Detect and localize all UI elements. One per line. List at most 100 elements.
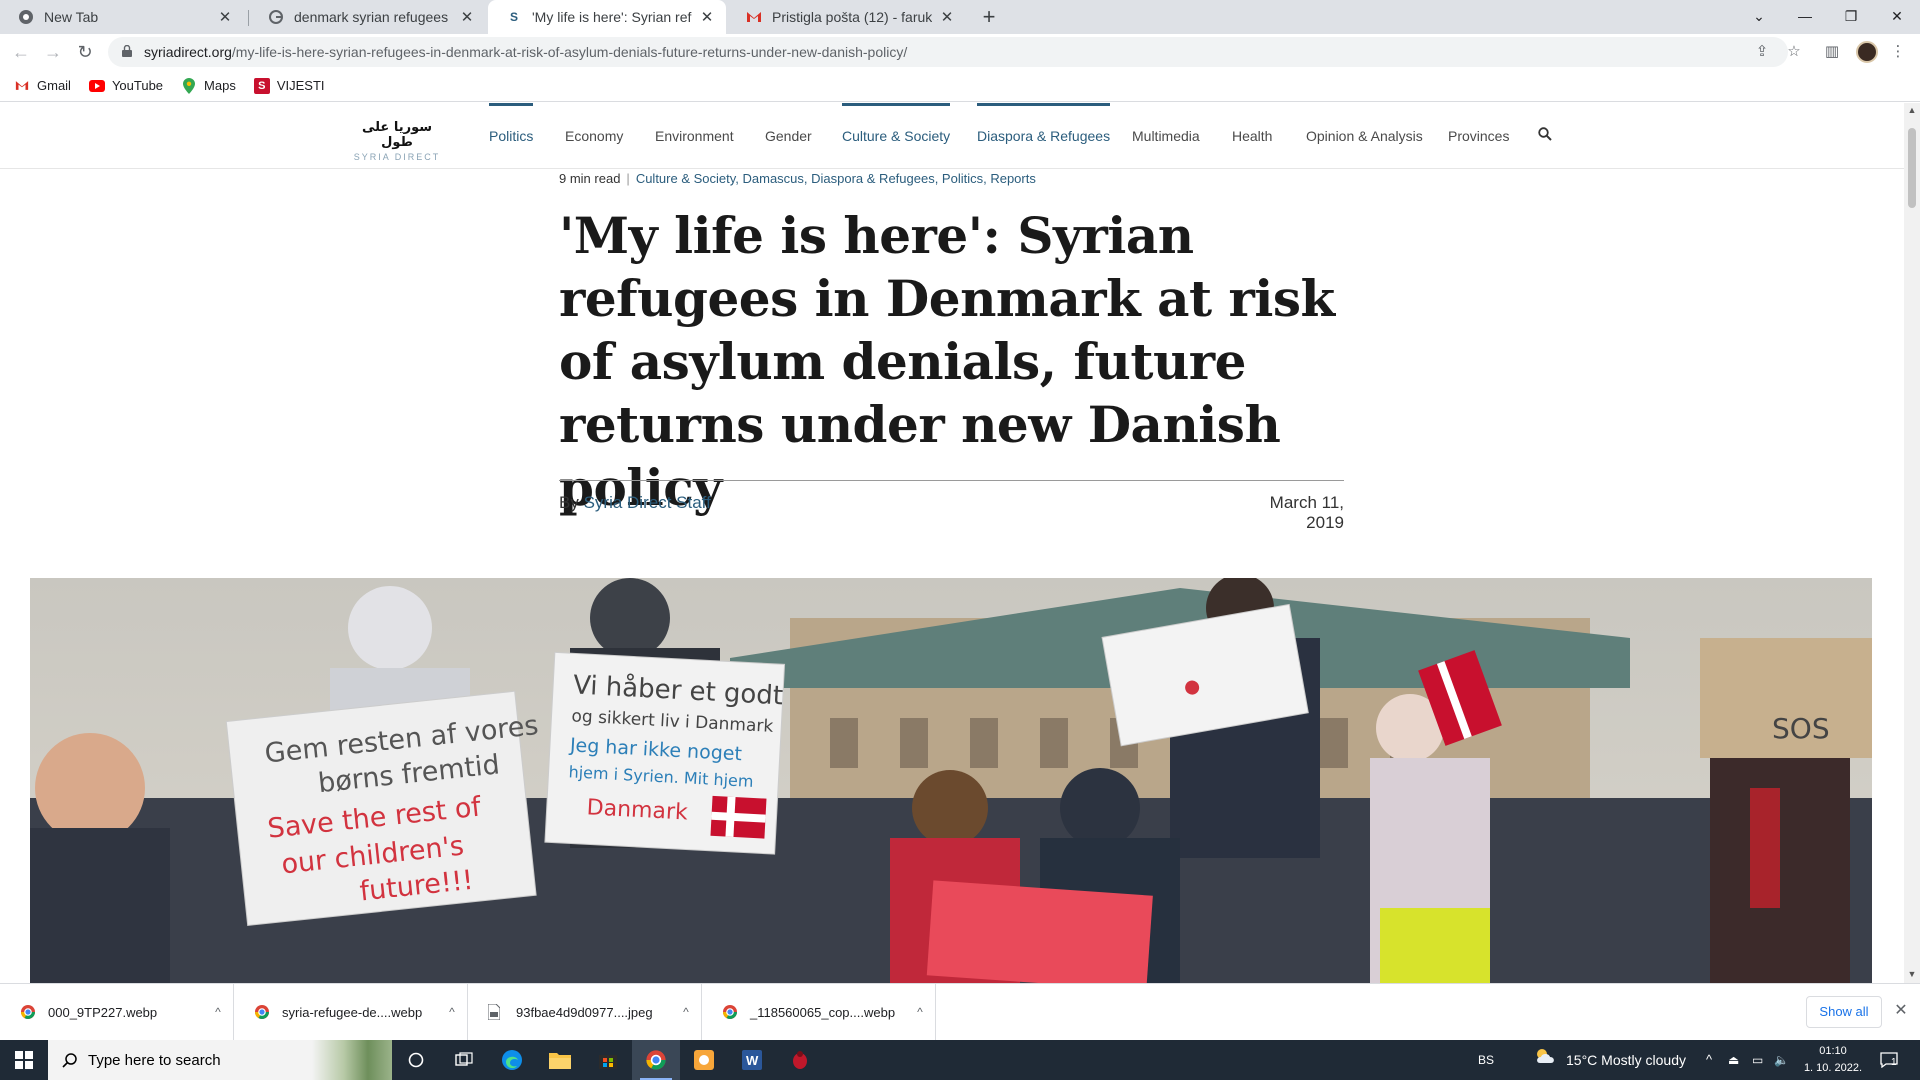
url-path: /my-life-is-here-syrian-refugees-in-denm… (231, 44, 908, 60)
byline-prefix: By (559, 493, 579, 512)
word-icon[interactable]: W (728, 1040, 776, 1080)
search-icon[interactable] (1538, 127, 1554, 143)
cortana-icon[interactable] (392, 1040, 440, 1080)
search-icon (62, 1052, 78, 1073)
restore-button[interactable]: ❐ (1828, 0, 1874, 34)
paint-app-icon[interactable] (680, 1040, 728, 1080)
menu-kebab-icon[interactable]: ⋮ (1888, 42, 1908, 62)
onedrive-icon[interactable]: ⏏ (1728, 1040, 1739, 1080)
taskbar-search-box[interactable]: Type here to search (48, 1040, 392, 1080)
download-filename: 000_9TP227.webp (48, 1004, 158, 1020)
weather-widget[interactable]: 15°C Mostly cloudy (1534, 1040, 1686, 1080)
close-icon[interactable]: ✕ (1890, 1000, 1912, 1022)
tab-divider (248, 10, 249, 26)
chevron-up-icon[interactable]: ^ (1706, 1040, 1712, 1080)
windows-start-icon[interactable] (0, 1040, 48, 1080)
clock-time: 01:10 (1819, 1045, 1847, 1057)
site-logo[interactable]: سوريا على طول SYRIA DIRECT (352, 120, 442, 162)
network-icon[interactable]: ▭ (1752, 1040, 1763, 1080)
nav-opinion-analysis[interactable]: Opinion & Analysis (1306, 103, 1423, 169)
volume-icon[interactable]: 🔈 (1774, 1040, 1789, 1080)
sign-text: SOS (1772, 712, 1830, 745)
clock-date: 1. 10. 2022. (1803, 1062, 1863, 1074)
chevron-up-icon[interactable]: ^ (437, 1005, 467, 1019)
page-scrollbar[interactable]: ▲ ▼ (1904, 103, 1920, 983)
search-highlight-image (312, 1040, 392, 1080)
reload-button[interactable]: ↻ (72, 39, 98, 65)
lock-icon[interactable] (122, 44, 134, 60)
nav-diaspora-refugees[interactable]: Diaspora & Refugees (977, 103, 1111, 169)
tab-gmail[interactable]: Pristigla pošta (12) - faruk.vele@ ✕ (728, 0, 966, 34)
edge-icon[interactable] (488, 1040, 536, 1080)
share-icon[interactable]: ⇪ (1752, 42, 1772, 62)
nav-label: Opinion & Analysis (1306, 128, 1423, 144)
nav-provinces[interactable]: Provinces (1448, 103, 1509, 169)
chrome-icon (20, 1004, 36, 1020)
download-item[interactable]: _118560065_cop....webp ^ (702, 984, 936, 1040)
article-headline: 'My life is here': Syrian refugees in De… (559, 206, 1335, 517)
back-button[interactable]: ← (8, 39, 34, 65)
active-indicator (977, 103, 1111, 106)
tab-syria-direct[interactable]: S 'My life is here': Syrian refugees i ✕ (488, 0, 726, 34)
chevron-up-icon[interactable]: ^ (203, 1005, 233, 1019)
minimize-button[interactable]: — (1782, 0, 1828, 34)
show-all-button[interactable]: Show all (1806, 996, 1882, 1028)
forward-button[interactable]: → (40, 39, 66, 65)
bookmark-star-icon[interactable]: ☆ (1784, 42, 1804, 62)
download-item[interactable]: 000_9TP227.webp ^ (0, 984, 234, 1040)
tab-new-tab[interactable]: New Tab ✕ (0, 0, 244, 34)
close-icon[interactable]: ✕ (938, 8, 956, 26)
nav-label: Multimedia (1132, 128, 1200, 144)
bookmark-label: YouTube (111, 78, 164, 93)
task-view-icon[interactable] (440, 1040, 488, 1080)
article-categories[interactable]: Culture & Society, Damascus, Diaspora & … (636, 171, 1036, 186)
vijesti-icon: S (253, 77, 270, 94)
chrome-taskbar-icon[interactable] (632, 1040, 680, 1080)
logo-arabic: سوريا على طول (361, 120, 433, 150)
language-indicator[interactable]: BS (1478, 1040, 1494, 1080)
bookmark-maps[interactable]: Maps (181, 77, 236, 94)
scroll-thumb[interactable] (1908, 128, 1916, 208)
bookmark-vijesti[interactable]: S VIJESTI (253, 77, 325, 94)
nav-politics[interactable]: Politics (489, 103, 534, 169)
nav-environment[interactable]: Environment (655, 103, 734, 169)
close-icon[interactable]: ✕ (458, 8, 476, 26)
profile-avatar[interactable] (1856, 41, 1878, 63)
tab-google-search[interactable]: denmark syrian refugees – Google ✕ (250, 0, 486, 34)
bookmark-youtube[interactable]: YouTube (88, 78, 164, 94)
chevron-up-icon[interactable]: ^ (905, 1005, 935, 1019)
address-bar[interactable]: syriadirect.org/my-life-is-here-syrian-r… (108, 37, 1788, 67)
chrome-icon (254, 1004, 270, 1020)
nav-culture-society[interactable]: Culture & Society (842, 103, 951, 169)
notification-center-icon[interactable]: 1 (1880, 1040, 1898, 1080)
meta-divider: | (626, 171, 630, 186)
author-link[interactable]: Syria Direct Staff (584, 493, 711, 512)
file-explorer-icon[interactable] (536, 1040, 584, 1080)
bookmark-label: VIJESTI (276, 78, 325, 93)
chevron-up-icon[interactable]: ^ (671, 1005, 701, 1019)
nav-economy[interactable]: Economy (565, 103, 623, 169)
web-page: سوريا على طول SYRIA DIRECT Politics Econ… (0, 103, 1920, 983)
store-icon[interactable] (584, 1040, 632, 1080)
tab-search-icon[interactable]: ⌄ (1736, 0, 1782, 34)
scroll-down-icon[interactable]: ▼ (1907, 969, 1917, 979)
scroll-up-icon[interactable]: ▲ (1907, 105, 1917, 115)
close-icon[interactable]: ✕ (216, 8, 234, 26)
byline: By Syria Direct Staff (559, 493, 711, 513)
new-tab-button[interactable]: + (976, 4, 1002, 30)
bookmark-gmail[interactable]: Gmail (14, 78, 71, 94)
nav-multimedia[interactable]: Multimedia (1132, 103, 1200, 169)
close-window-button[interactable]: ✕ (1874, 0, 1920, 34)
close-icon[interactable]: ✕ (698, 8, 716, 26)
site-navigation: سوريا على طول SYRIA DIRECT Politics Econ… (0, 103, 1904, 169)
side-panel-icon[interactable]: ▥ (1822, 42, 1842, 62)
download-filename: syria-refugee-de....webp (282, 1004, 423, 1020)
clock[interactable]: 01:10 1. 10. 2022. (1798, 1043, 1868, 1077)
download-item[interactable]: syria-refugee-de....webp ^ (234, 984, 468, 1040)
bug-app-icon[interactable] (776, 1040, 824, 1080)
download-item[interactable]: 93fbae4d9d0977....jpeg ^ (468, 984, 702, 1040)
nav-gender[interactable]: Gender (765, 103, 812, 169)
nav-label: Economy (565, 128, 624, 144)
nav-health[interactable]: Health (1232, 103, 1272, 169)
gmail-icon (746, 9, 762, 25)
